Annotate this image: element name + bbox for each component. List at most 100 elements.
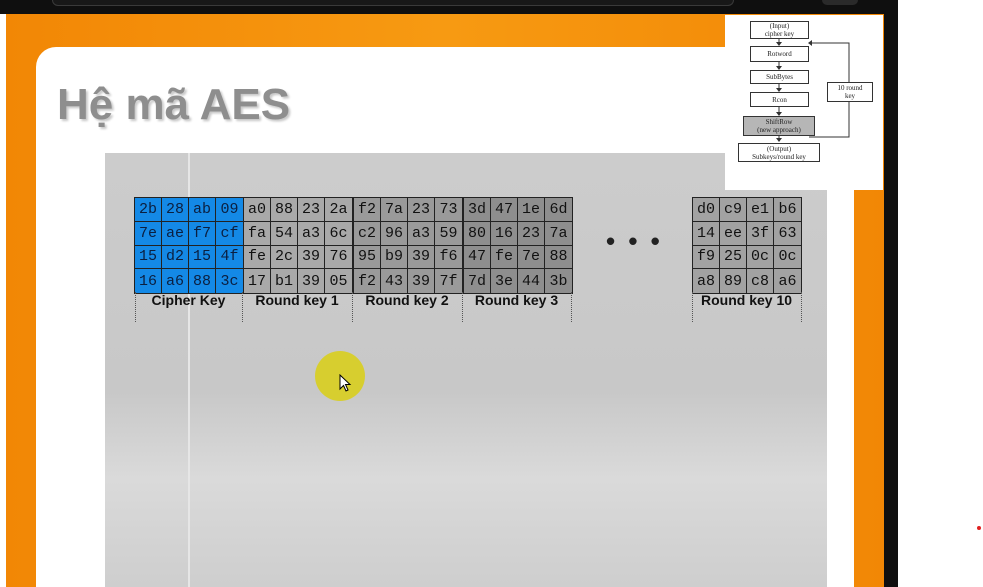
key-byte-cell: c2: [354, 221, 381, 246]
key-schedule-flowchart: (Input) cipher key Rotword SubBytes Rcon…: [725, 15, 883, 190]
key-byte-cell: 39: [298, 269, 325, 293]
key-byte-cell: a8: [693, 269, 720, 293]
key-byte-cell: f6: [435, 245, 462, 270]
key-byte-cell: fe: [491, 245, 518, 270]
flow-rotword-text: Rotword: [767, 50, 792, 58]
key-byte-cell: fa: [244, 221, 271, 246]
flow-output-box: (Output) Subkeys/round key: [738, 143, 820, 162]
key-byte-cell: 6d: [545, 198, 572, 222]
key-byte-cell: 15: [135, 245, 162, 270]
flow-input-line2: cipher key: [764, 30, 795, 38]
flow-shiftrow-line2: (new approach): [757, 126, 801, 134]
red-marker: [977, 526, 981, 530]
flow-loop-line1: 10 round: [837, 84, 863, 92]
key-byte-cell: 89: [720, 269, 747, 293]
flow-shiftrow-box: ShiftRow (new approach): [743, 116, 815, 136]
key-byte-cell: d0: [693, 198, 720, 222]
key-byte-cell: 44: [518, 269, 545, 293]
key-byte-cell: 7a: [545, 221, 572, 246]
key-byte-cell: 1e: [518, 198, 545, 222]
key-byte-cell: 54: [271, 221, 298, 246]
flow-output-line2: Subkeys/round key: [752, 152, 806, 161]
key-byte-cell: 7d: [464, 269, 491, 293]
round-key-10-matrix: d0 c9 e1 b6 14 ee 3f 63 f9 25 0c 0c a8 89 c8 a6: [692, 197, 802, 294]
key-byte-cell: f7: [189, 221, 216, 246]
key-byte-cell: 15: [189, 245, 216, 270]
round-key-1-label: Round key 1: [255, 292, 339, 308]
flow-rcon-box: Rcon: [750, 92, 809, 107]
key-byte-cell: 88: [189, 269, 216, 293]
flow-rotword-box: Rotword: [750, 46, 809, 62]
round-key-3-label: Round key 3: [474, 292, 559, 308]
key-byte-cell: 39: [408, 269, 435, 293]
key-byte-cell: b1: [271, 269, 298, 293]
key-byte-cell: 47: [464, 245, 491, 270]
key-byte-cell: c8: [747, 269, 774, 293]
search-bar-edge[interactable]: [52, 0, 734, 6]
key-byte-cell: 16: [491, 221, 518, 246]
key-byte-cell: 7e: [518, 245, 545, 270]
key-byte-cell: 0c: [774, 245, 801, 270]
flow-shiftrow-line1: ShiftRow: [765, 118, 793, 126]
cipher-key-matrix: 2b 28 ab 09 7e ae f7 cf 15 d2 15 4f 16 a6 88 3c: [134, 197, 244, 294]
ellipsis: • • •: [606, 226, 663, 256]
key-byte-cell: f2: [354, 198, 381, 222]
key-byte-cell: ee: [720, 221, 747, 246]
key-byte-cell: 2b: [135, 198, 162, 222]
key-byte-cell: 16: [135, 269, 162, 293]
key-byte-cell: 7a: [381, 198, 408, 222]
key-byte-cell: ae: [162, 221, 189, 246]
flow-input-box: (Input) cipher key: [750, 21, 809, 39]
key-byte-cell: b9: [381, 245, 408, 270]
flow-loop-box: 10 round key: [827, 82, 873, 102]
flow-subbytes-text: SubBytes: [766, 73, 793, 81]
key-byte-cell: 0c: [747, 245, 774, 270]
key-byte-cell: 73: [435, 198, 462, 222]
key-byte-cell: d2: [162, 245, 189, 270]
key-byte-cell: 80: [464, 221, 491, 246]
key-byte-cell: 23: [518, 221, 545, 246]
key-byte-cell: 25: [720, 245, 747, 270]
key-byte-cell: 88: [271, 198, 298, 222]
key-byte-cell: 47: [491, 198, 518, 222]
key-byte-cell: 63: [774, 221, 801, 246]
key-byte-cell: a0: [244, 198, 271, 222]
key-byte-cell: 7f: [435, 269, 462, 293]
key-byte-cell: 2c: [271, 245, 298, 270]
cipher-key-label: Cipher Key: [151, 292, 226, 308]
video-top-bar: [0, 0, 898, 14]
key-byte-cell: 3d: [464, 198, 491, 222]
key-byte-cell: a6: [162, 269, 189, 293]
key-byte-cell: 3b: [545, 269, 572, 293]
key-byte-cell: a6: [774, 269, 801, 293]
separator-line: [801, 292, 802, 322]
round-key-1-matrix: a0 88 23 2a fa 54 a3 6c fe 2c 39 76 17 b1 39 05: [243, 197, 353, 294]
key-byte-cell: e1: [747, 198, 774, 222]
key-byte-cell: a3: [298, 221, 325, 246]
key-byte-cell: ab: [189, 198, 216, 222]
key-byte-cell: 6c: [325, 221, 352, 246]
key-byte-cell: 39: [408, 245, 435, 270]
key-byte-cell: 59: [435, 221, 462, 246]
flow-loop-line2: key: [844, 92, 856, 100]
key-byte-cell: 76: [325, 245, 352, 270]
slide-title: Hệ mã AES: [57, 80, 291, 129]
key-byte-cell: 2a: [325, 198, 352, 222]
flow-rcon-text: Rcon: [772, 95, 787, 104]
key-byte-cell: 28: [162, 198, 189, 222]
flow-output-line1: (Output): [766, 144, 792, 153]
key-byte-cell: 23: [408, 198, 435, 222]
avatar-edge[interactable]: [822, 0, 858, 5]
key-byte-cell: 88: [545, 245, 572, 270]
flow-subbytes-box: SubBytes: [750, 70, 809, 84]
flow-input-line1: (Input): [769, 22, 790, 30]
key-byte-cell: 23: [298, 198, 325, 222]
key-byte-cell: 3c: [216, 269, 243, 293]
key-byte-cell: 39: [298, 245, 325, 270]
key-byte-cell: 95: [354, 245, 381, 270]
key-byte-cell: 7e: [135, 221, 162, 246]
right-dark-border: [884, 0, 898, 587]
key-byte-cell: cf: [216, 221, 243, 246]
key-byte-cell: 17: [244, 269, 271, 293]
round-key-10-label: Round key 10: [700, 292, 793, 308]
